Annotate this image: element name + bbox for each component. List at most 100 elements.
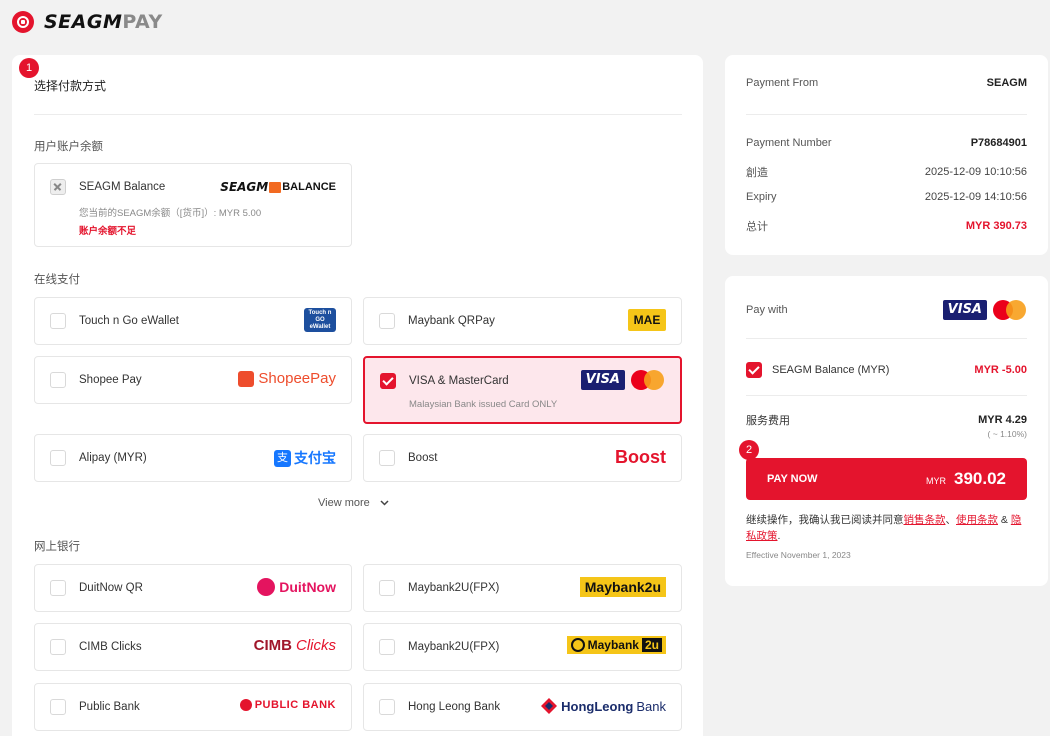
checkbox[interactable] bbox=[379, 580, 395, 596]
seagm-balance-logo: SEAGM BALANCE bbox=[220, 180, 336, 194]
pay-now-button[interactable]: PAY NOW MYR 390.02 bbox=[746, 458, 1027, 500]
maybank2u-logo: Maybank 2u bbox=[566, 636, 666, 654]
bank-label: DuitNow QR bbox=[79, 582, 143, 594]
total-row: 总计 MYR 390.73 bbox=[746, 218, 1027, 234]
row-label: SEAGM Balance (MYR) bbox=[772, 364, 890, 376]
public-bank-logo: PUBLIC BANK bbox=[239, 699, 336, 711]
bank-label: Maybank2U(FPX) bbox=[408, 582, 500, 594]
seagm-logo-icon bbox=[12, 11, 34, 33]
row-value: 2025-12-09 10:10:56 bbox=[924, 166, 1027, 178]
method-alipay[interactable]: Alipay (MYR) 支 支付宝 bbox=[34, 434, 352, 482]
bank-duitnow[interactable]: DuitNow QR DuitNow bbox=[34, 564, 352, 612]
checkbox[interactable] bbox=[50, 639, 66, 655]
row-value: MYR -5.00 bbox=[974, 364, 1027, 376]
disabled-checkbox bbox=[50, 179, 66, 195]
checkbox[interactable] bbox=[50, 450, 66, 466]
pay-now-label: PAY NOW bbox=[767, 473, 818, 485]
row-label: Payment Number bbox=[746, 137, 832, 149]
touchngo-logo: Touch n GO eWallet bbox=[304, 308, 336, 332]
row-label: Expiry bbox=[746, 191, 777, 203]
shopeepay-logo: ShopeePay bbox=[238, 370, 336, 387]
checkbox[interactable] bbox=[50, 372, 66, 388]
terms-text: 继续操作，我确认我已阅读并同意销售条款、使用条款 & 隐私政策. bbox=[746, 514, 1022, 542]
bank-maybank2u-fpx[interactable]: Maybank2U(FPX) Maybank 2u bbox=[363, 623, 682, 671]
row-value: MYR 4.29 bbox=[978, 414, 1027, 426]
created-row: 創造 2025-12-09 10:10:56 bbox=[746, 164, 1027, 180]
method-touchngo[interactable]: Touch n Go eWallet Touch n GO eWallet bbox=[34, 297, 352, 345]
checkbox[interactable] bbox=[50, 580, 66, 596]
balance-checkbox[interactable] bbox=[746, 362, 762, 378]
divider bbox=[746, 395, 1027, 396]
view-more-label: View more bbox=[318, 497, 370, 509]
boost-logo: Boost bbox=[615, 447, 666, 467]
divider bbox=[34, 114, 682, 115]
balance-row: SEAGM Balance (MYR) MYR -5.00 bbox=[746, 362, 1027, 378]
sales-terms-link[interactable]: 销售条款 bbox=[904, 514, 946, 526]
method-visa-mastercard[interactable]: VISA & MasterCard Malaysian Bank issued … bbox=[363, 356, 682, 424]
step-badge: 1 bbox=[19, 58, 39, 78]
row-value: P78684901 bbox=[970, 137, 1027, 149]
fee-row: 服务费用 MYR 4.29 bbox=[746, 412, 1027, 428]
checkbox[interactable] bbox=[379, 450, 395, 466]
row-value: SEAGM bbox=[986, 77, 1027, 89]
bank-maybank2u-fpx[interactable]: Maybank2U(FPX) Maybank2u bbox=[363, 564, 682, 612]
bank-cimb-clicks[interactable]: CIMB Clicks CIMB Clicks bbox=[34, 623, 352, 671]
checkbox[interactable] bbox=[50, 313, 66, 329]
bank-public-bank[interactable]: Public Bank PUBLIC BANK bbox=[34, 683, 352, 731]
row-label: 总计 bbox=[746, 221, 768, 233]
bank-hong-leong[interactable]: Hong Leong Bank HongLeong Bank bbox=[363, 683, 682, 731]
seagm-balance-card[interactable]: SEAGM Balance SEAGM BALANCE 您当前的SEAGM余额（… bbox=[34, 163, 352, 247]
checkbox[interactable] bbox=[379, 313, 395, 329]
method-label: Touch n Go eWallet bbox=[79, 315, 179, 327]
fee-percent: ( ~ 1.10%) bbox=[987, 429, 1027, 439]
section-online-label: 在线支付 bbox=[34, 274, 80, 286]
checkbox[interactable] bbox=[379, 699, 395, 715]
row-value: 2025-12-09 14:10:56 bbox=[924, 191, 1027, 203]
alipay-logo: 支 支付宝 bbox=[274, 448, 336, 468]
method-label: Shopee Pay bbox=[79, 374, 142, 386]
pay-panel: Pay with VISA SEAGM Balance (MYR) MYR -5… bbox=[725, 276, 1048, 586]
divider bbox=[746, 338, 1027, 339]
chevron-down-icon bbox=[380, 497, 389, 509]
row-label: 服务费用 bbox=[746, 415, 790, 427]
row-label: 創造 bbox=[746, 167, 768, 179]
pay-with-row: Pay with VISA bbox=[746, 298, 1027, 322]
method-maybank-qrpay[interactable]: Maybank QRPay MAE bbox=[363, 297, 682, 345]
checkbox-checked[interactable] bbox=[380, 373, 396, 389]
card-label: SEAGM Balance bbox=[79, 181, 166, 193]
hong-leong-logo: HongLeong Bank bbox=[540, 697, 666, 715]
visa-mastercard-logo: VISA bbox=[942, 300, 1027, 320]
payment-summary-panel: Payment From SEAGM Payment Number P78684… bbox=[725, 55, 1048, 255]
pay-currency: MYR bbox=[926, 476, 946, 486]
method-shopeepay[interactable]: Shopee Pay ShopeePay bbox=[34, 356, 352, 404]
section-balance-label: 用户账户余额 bbox=[34, 141, 103, 153]
effective-date: Effective November 1, 2023 bbox=[746, 550, 851, 560]
view-more-button[interactable]: View more bbox=[318, 497, 389, 509]
method-boost[interactable]: Boost Boost bbox=[363, 434, 682, 482]
divider bbox=[746, 114, 1027, 115]
method-sublabel: Malaysian Bank issued Card ONLY bbox=[409, 399, 558, 410]
method-label: Maybank QRPay bbox=[408, 315, 495, 327]
section-bank-label: 网上银行 bbox=[34, 541, 80, 553]
checkbox[interactable] bbox=[379, 639, 395, 655]
payment-from-row: Payment From SEAGM bbox=[746, 77, 1027, 89]
visa-mastercard-logo: VISA bbox=[580, 370, 665, 390]
pay-with-label: Pay with bbox=[746, 304, 788, 316]
method-label: Boost bbox=[408, 452, 438, 464]
pay-amount: 390.02 bbox=[954, 469, 1006, 488]
bank-label: Maybank2U(FPX) bbox=[408, 641, 500, 653]
method-label: VISA & MasterCard bbox=[409, 375, 509, 387]
balance-amount: 您当前的SEAGM余额（[货币]）: MYR 5.00 bbox=[79, 208, 262, 219]
bank-label: Hong Leong Bank bbox=[408, 701, 501, 713]
payment-method-panel: 1 选择付款方式 用户账户余额 SEAGM Balance SEAGM BALA… bbox=[12, 55, 703, 736]
bank-label: CIMB Clicks bbox=[79, 641, 142, 653]
header: SEAGMPAY bbox=[12, 10, 163, 34]
payment-number-row: Payment Number P78684901 bbox=[746, 137, 1027, 149]
terms-of-use-link[interactable]: 使用条款 bbox=[956, 514, 998, 526]
panel-title: 选择付款方式 bbox=[34, 79, 107, 93]
expiry-row: Expiry 2025-12-09 14:10:56 bbox=[746, 191, 1027, 203]
checkbox[interactable] bbox=[50, 699, 66, 715]
insufficient-warning: 账户余额不足 bbox=[79, 226, 137, 237]
row-label: Payment From bbox=[746, 77, 819, 89]
maybank2u-logo: Maybank2u bbox=[579, 577, 666, 597]
